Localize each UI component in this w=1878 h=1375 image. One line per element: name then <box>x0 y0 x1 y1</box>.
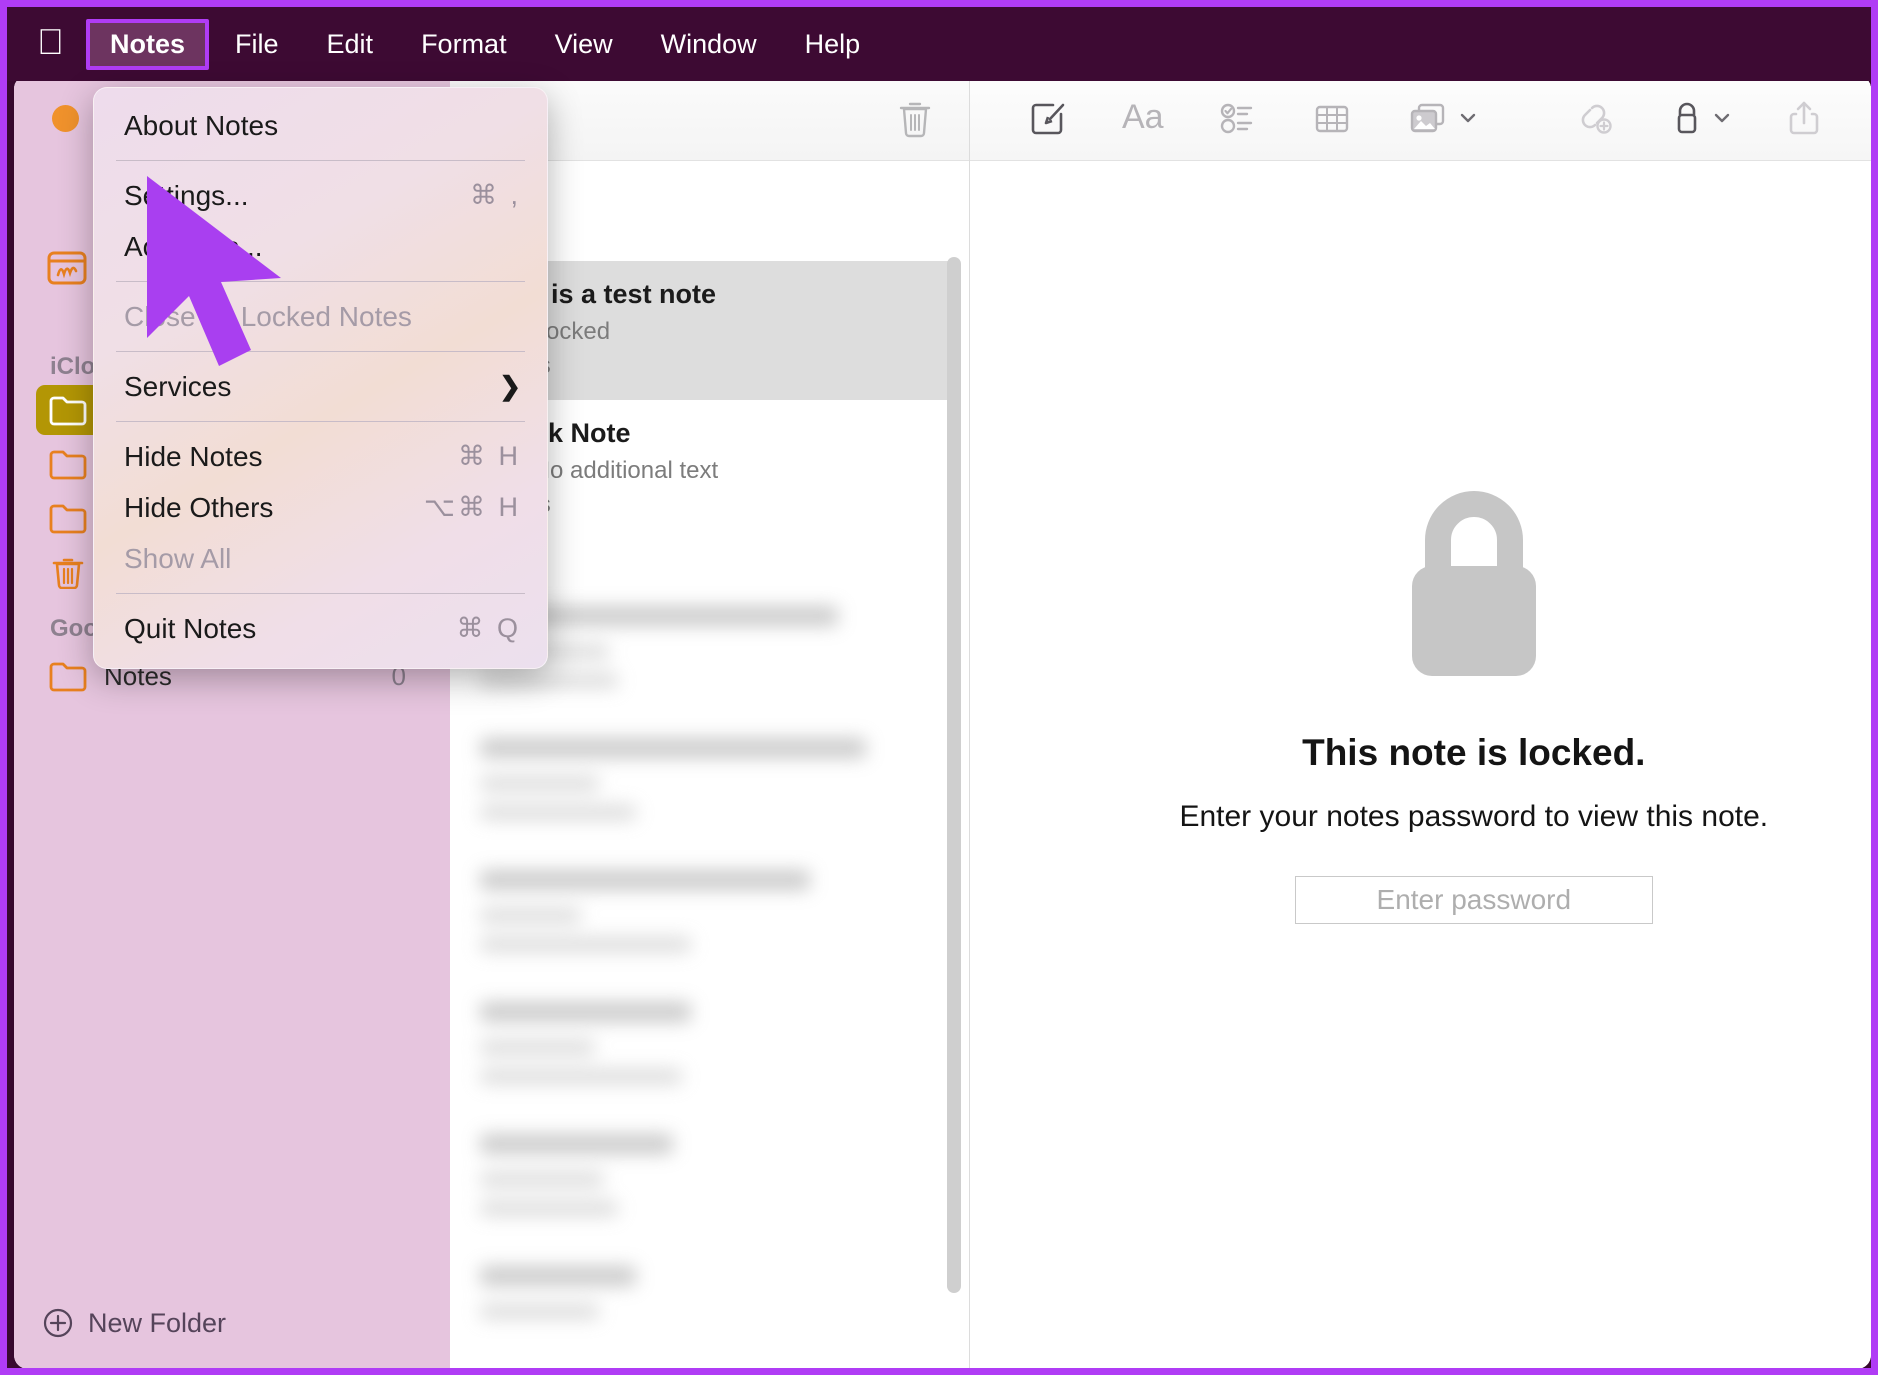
format-text-button[interactable]: Aa <box>1112 92 1174 143</box>
menubar-item-notes[interactable]: Notes <box>83 18 210 70</box>
new-folder-button[interactable]: New Folder <box>42 1307 226 1339</box>
notes-app-menu: About Notes Settings... ⌘ , Accounts... … <box>93 87 548 669</box>
menu-item-label: Settings... <box>124 179 249 211</box>
new-folder-label: New Folder <box>88 1307 227 1338</box>
folder-icon <box>49 450 87 480</box>
menubar-item-label: Format <box>394 28 507 59</box>
menu-separator <box>116 593 525 594</box>
close-button[interactable] <box>52 105 79 132</box>
menu-item-services[interactable]: Services ❯ <box>94 361 547 412</box>
menu-item-label: Hide Notes <box>124 440 263 472</box>
menu-separator <box>116 160 525 161</box>
menu-item-hide-others[interactable]: Hide Others ⌥⌘ H <box>94 482 547 533</box>
locked-note-title: This note is locked. <box>1302 732 1646 773</box>
menu-item-shortcut: ⌘ Q <box>456 613 521 643</box>
menu-item-quit-notes[interactable]: Quit Notes ⌘ Q <box>94 603 547 654</box>
menu-item-hide-notes[interactable]: Hide Notes ⌘ H <box>94 431 547 482</box>
trash-icon <box>52 558 84 589</box>
checklist-button[interactable] <box>1208 92 1268 144</box>
note-list-blurred-items <box>450 580 969 1368</box>
note-preview: No additional text <box>532 457 719 484</box>
list-item <box>450 1240 969 1343</box>
editor-toolbar: Aa <box>970 75 1871 161</box>
compose-icon <box>1031 103 1065 134</box>
menu-item-label: About Notes <box>124 109 279 141</box>
menubar-item-label: View <box>527 28 613 59</box>
note-meta: 02 No additional text <box>488 457 931 485</box>
search-button[interactable] <box>1866 92 1871 144</box>
menu-item-shortcut: ⌘ H <box>458 441 521 471</box>
apple-logo-icon[interactable]:  <box>37 23 64 60</box>
menu-separator <box>116 351 525 352</box>
menubar-item-format[interactable]: Format <box>399 25 529 64</box>
link-icon <box>1581 104 1612 134</box>
trash-icon[interactable] <box>897 98 933 138</box>
chevron-down-icon <box>1714 113 1729 122</box>
menu-item-close-all-locked-notes: Close All Locked Notes <box>94 291 547 342</box>
menubar-item-file[interactable]: File <box>213 25 301 64</box>
menubar-item-label: Notes <box>83 28 185 59</box>
note-folder: Notes <box>488 491 931 519</box>
share-icon <box>1789 101 1818 134</box>
table-icon <box>1315 105 1348 132</box>
list-item <box>450 844 969 976</box>
editor-pane: Aa This note is locked. Enter your notes… <box>970 75 1871 1368</box>
menu-separator <box>116 281 525 282</box>
note-meta: 02 Locked <box>488 318 931 346</box>
menu-item-settings[interactable]: Settings... ⌘ , <box>94 170 547 221</box>
list-item <box>450 1108 969 1240</box>
folder-icon <box>49 504 87 534</box>
menu-item-label: Close All Locked Notes <box>124 300 412 332</box>
lock-large-icon <box>1411 491 1536 676</box>
chevron-down-icon <box>1460 113 1475 122</box>
note-folder: Notes <box>488 352 931 380</box>
menu-separator <box>116 421 525 422</box>
media-icon <box>1410 103 1444 132</box>
menubar-item-window[interactable]: Window <box>639 25 779 64</box>
menubar-item-view[interactable]: View <box>533 25 635 64</box>
locked-note-panel: This note is locked. Enter your notes pa… <box>970 161 1871 1368</box>
menu-item-shortcut: ⌘ , <box>469 180 521 210</box>
chevron-right-icon: ❯ <box>499 371 521 401</box>
locked-note-subtitle: Enter your notes password to view this n… <box>1179 800 1769 833</box>
lock-icon <box>1677 102 1696 133</box>
screen:  Notes File Edit Format View Window Hel… <box>0 0 1878 1375</box>
menubar-item-edit[interactable]: Edit <box>305 25 396 64</box>
list-item <box>450 712 969 844</box>
menu-item-label: Services <box>124 370 232 402</box>
menubar-item-label: File <box>208 28 279 59</box>
lock-button[interactable] <box>1660 92 1742 144</box>
password-placeholder: Enter password <box>1376 884 1572 915</box>
menubar-item-label: Edit <box>299 28 374 59</box>
folder-icon <box>49 662 87 692</box>
note-title: This is a test note <box>488 279 717 309</box>
plus-circle-icon <box>43 1308 73 1338</box>
menu-item-accounts[interactable]: Accounts... <box>94 221 547 272</box>
menu-item-about-notes[interactable]: About Notes <box>94 100 547 151</box>
table-button[interactable] <box>1302 92 1362 144</box>
compose-button[interactable] <box>1018 92 1078 144</box>
menu-item-label: Hide Others <box>124 491 274 523</box>
menu-item-label: Show All <box>124 542 232 574</box>
share-button[interactable] <box>1776 92 1832 144</box>
menu-item-label: Quit Notes <box>124 612 257 644</box>
note-title: Quick Note <box>488 418 631 448</box>
menu-item-label: Accounts... <box>124 230 263 262</box>
link-button[interactable] <box>1564 92 1626 144</box>
format-text-icon: Aa <box>1122 98 1164 136</box>
folder-icon <box>49 396 87 426</box>
menubar-item-label: Window <box>633 28 757 59</box>
window-traffic-lights[interactable] <box>52 105 79 132</box>
password-input[interactable]: Enter password <box>1294 876 1653 924</box>
note-scribble-icon[interactable] <box>47 250 87 286</box>
checklist-icon <box>1220 103 1252 133</box>
menu-item-shortcut: ⌥⌘ H <box>423 492 521 522</box>
menubar-item-help[interactable]: Help <box>783 25 883 64</box>
menubar-item-label: Help <box>777 28 861 59</box>
media-button[interactable] <box>1396 92 1488 144</box>
menubar:  Notes File Edit Format View Window Hel… <box>7 7 1871 81</box>
menu-item-show-all: Show All <box>94 533 547 584</box>
list-item <box>450 976 969 1108</box>
note-list-scrollbar[interactable] <box>947 257 961 1293</box>
